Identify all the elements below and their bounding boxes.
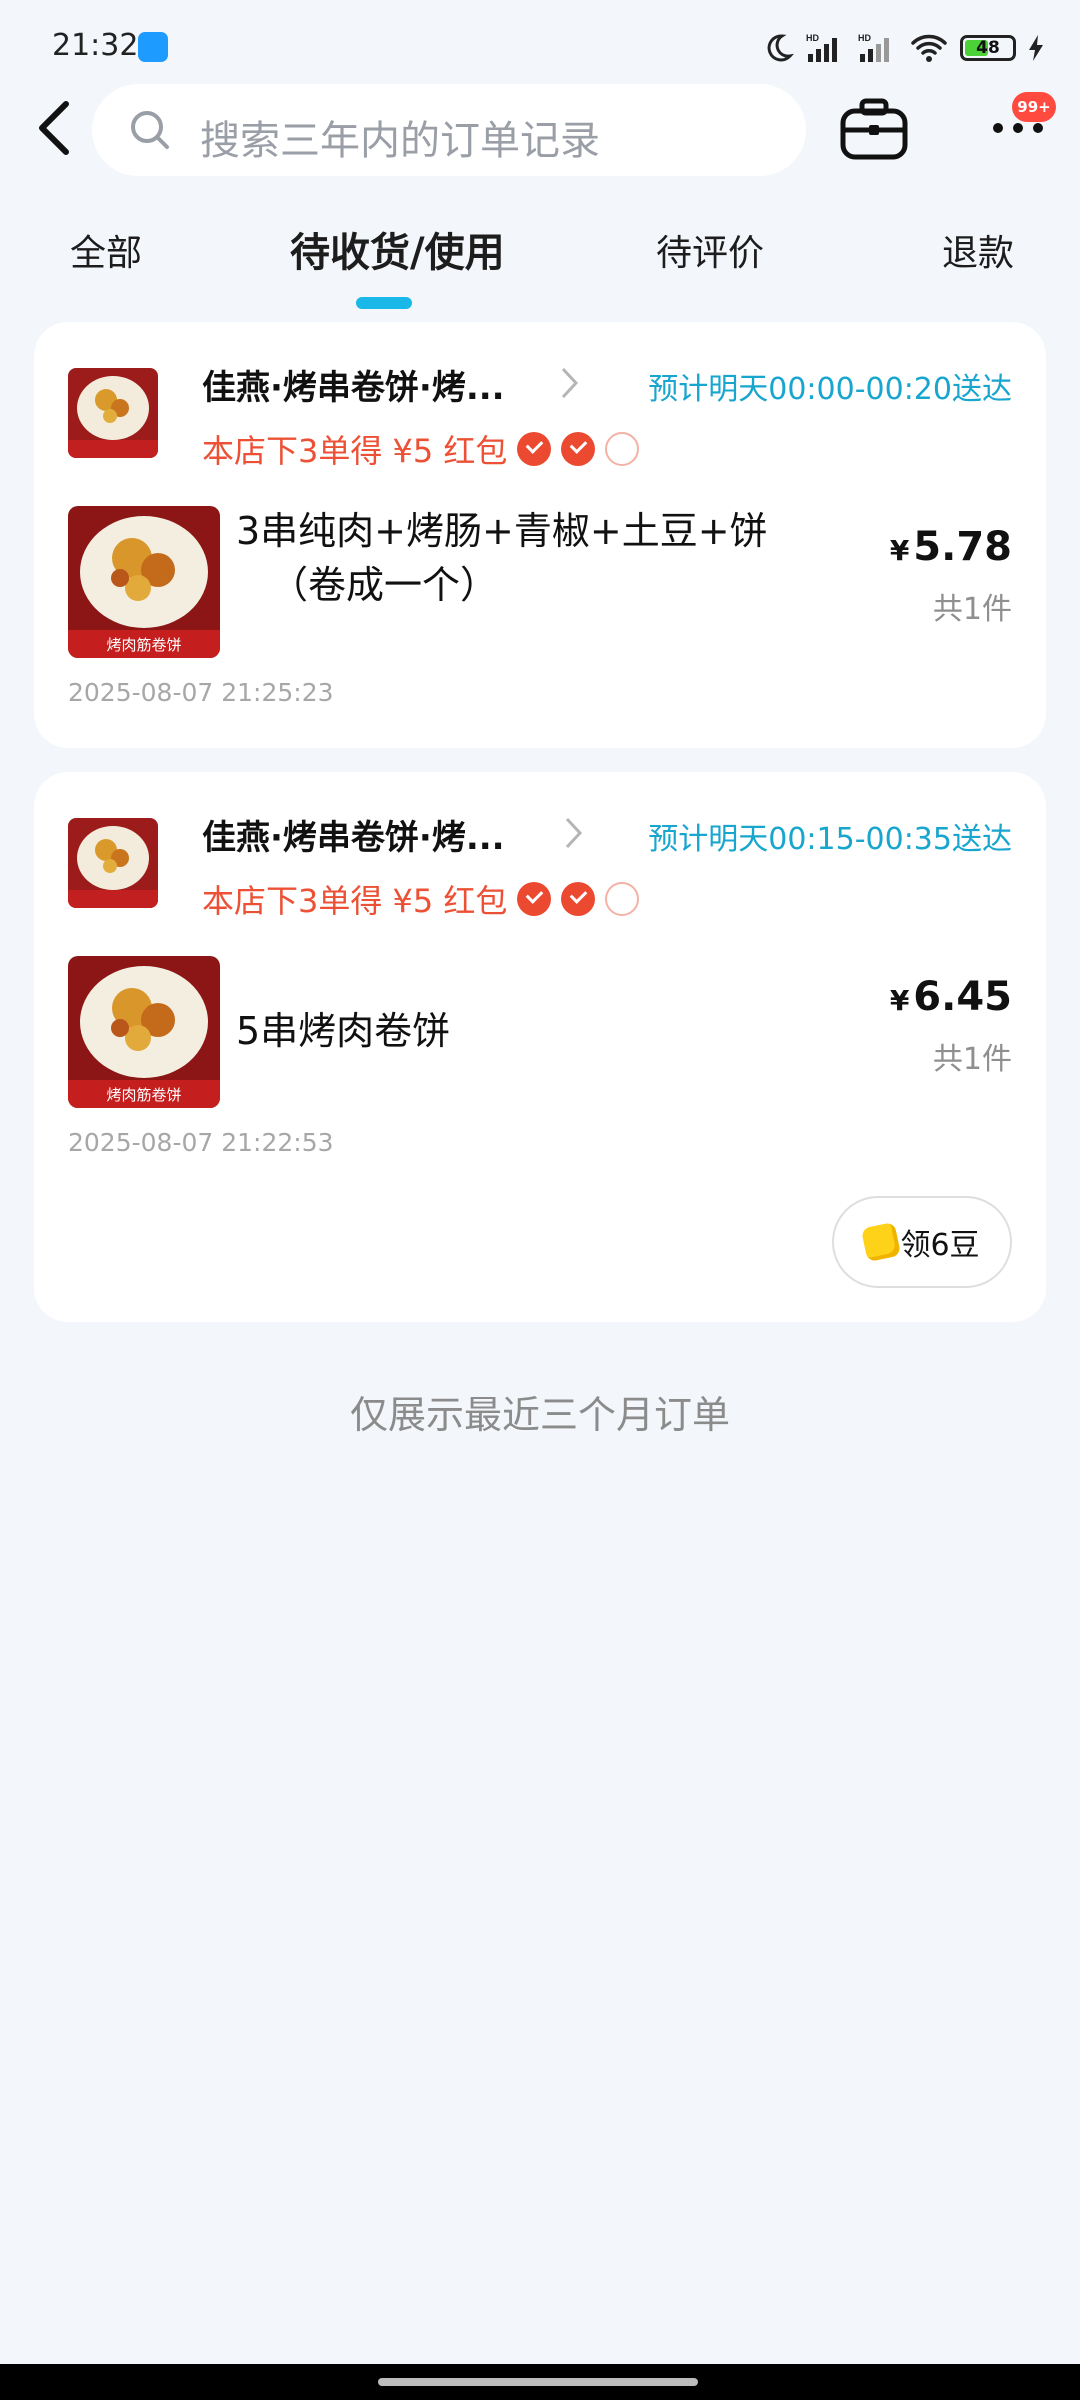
- item-quantity: 共1件: [932, 1042, 1012, 1077]
- promo-check-done-icon: [561, 882, 596, 916]
- svg-text:HD: HD: [806, 33, 819, 43]
- order-card[interactable]: 佳燕·烤串卷饼·烤... 预计明天00:15-00:35送达 本店下3单得 ¥5…: [34, 772, 1046, 1322]
- food-image[interactable]: 烤肉筋卷饼: [68, 956, 220, 1108]
- chevron-right-icon[interactable]: [564, 816, 584, 850]
- chevron-right-icon[interactable]: [560, 366, 580, 400]
- item-quantity: 共1件: [932, 592, 1012, 627]
- toolbox-icon[interactable]: [838, 96, 910, 162]
- order-card[interactable]: 佳燕·烤串卷饼·烤... 预计明天00:00-00:20送达 本店下3单得 ¥5…: [34, 322, 1046, 748]
- delivery-eta: 预计明天00:15-00:35送达: [648, 822, 1012, 857]
- promo-progress[interactable]: 本店下3单得 ¥5 红包: [202, 426, 640, 472]
- promo-check-done-icon: [517, 432, 552, 466]
- status-bar: 21:32 HD HD 48: [0, 0, 1080, 90]
- back-arrow-icon[interactable]: [30, 98, 80, 158]
- shop-logo[interactable]: [68, 368, 158, 458]
- promo-check-done-icon: [561, 432, 596, 466]
- tab-refund[interactable]: 退款: [942, 224, 1014, 276]
- claim-beans-label: 领6豆: [900, 1228, 980, 1263]
- promo-progress[interactable]: 本店下3单得 ¥5 红包: [202, 876, 640, 922]
- status-time: 21:32: [52, 28, 139, 63]
- price-value: 5.78: [913, 524, 1012, 570]
- item-name[interactable]: 5串烤肉卷饼: [236, 1004, 450, 1058]
- order-time: 2025-08-07 21:25:23: [68, 678, 334, 707]
- order-time: 2025-08-07 21:22:53: [68, 1128, 334, 1157]
- svg-text:HD: HD: [858, 33, 871, 43]
- home-indicator[interactable]: [378, 2378, 698, 2386]
- delivery-eta: 预计明天00:00-00:20送达: [648, 372, 1012, 407]
- food-image-caption: 烤肉筋卷饼: [106, 1086, 181, 1104]
- battery-icon: 48: [960, 35, 1016, 61]
- promo-text: 本店下3单得 ¥5 红包: [202, 882, 508, 920]
- promo-text: 本店下3单得 ¥5 红包: [202, 432, 508, 470]
- active-tab-indicator: [356, 297, 412, 309]
- shop-logo[interactable]: [68, 818, 158, 908]
- promo-check-empty-icon: [605, 432, 640, 466]
- tab-to-review[interactable]: 待评价: [656, 224, 764, 276]
- promo-check-empty-icon: [605, 882, 640, 916]
- item-name-line2[interactable]: （卷成一个）: [270, 558, 498, 612]
- history-range-note: 仅展示最近三个月订单: [349, 1393, 730, 1437]
- currency-symbol: ¥: [889, 534, 910, 567]
- tab-pending-receipt[interactable]: 待收货/使用: [290, 220, 505, 278]
- item-price: ¥6.45: [890, 974, 1012, 1020]
- signal-icon-2: HD: [858, 33, 889, 62]
- promo-check-done-icon: [517, 882, 552, 916]
- bean-icon: [861, 1221, 902, 1263]
- currency-symbol: ¥: [889, 984, 910, 1017]
- app-notification-icon: [138, 32, 168, 62]
- shop-name[interactable]: 佳燕·烤串卷饼·烤...: [202, 810, 505, 859]
- food-image[interactable]: 烤肉筋卷饼: [68, 506, 220, 658]
- moon-icon: [767, 34, 794, 62]
- search-icon: [131, 111, 169, 149]
- signal-icon: HD: [806, 33, 837, 62]
- tab-all[interactable]: 全部: [70, 224, 142, 276]
- claim-beans-button[interactable]: 领6豆: [832, 1196, 1012, 1288]
- wifi-icon: [911, 34, 947, 62]
- food-image-caption: 烤肉筋卷饼: [106, 636, 181, 654]
- notification-badge: 99+: [1012, 92, 1056, 122]
- search-input[interactable]: 搜索三年内的订单记录: [92, 84, 806, 176]
- price-value: 6.45: [913, 974, 1012, 1020]
- status-icons: HD HD 48: [762, 28, 1044, 68]
- item-name[interactable]: 3串纯肉+烤肠+青椒+土豆+饼: [236, 504, 768, 558]
- search-placeholder: 搜索三年内的订单记录: [200, 118, 600, 164]
- shop-name[interactable]: 佳燕·烤串卷饼·烤...: [202, 360, 505, 409]
- charging-icon: [1029, 35, 1043, 61]
- item-price: ¥5.78: [890, 524, 1012, 570]
- battery-level: 48: [976, 38, 1000, 58]
